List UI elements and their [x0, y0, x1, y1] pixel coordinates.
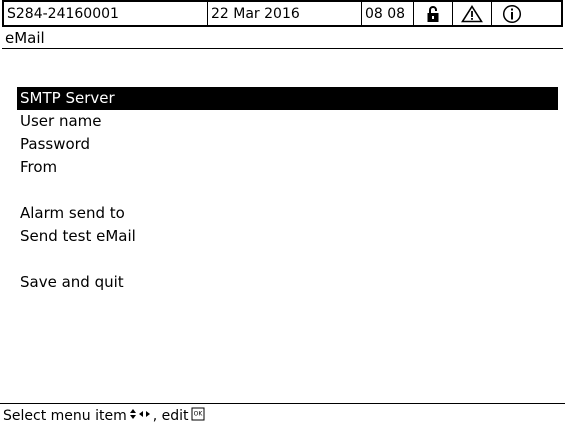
lock-icon — [414, 2, 453, 25]
menu-item-alarm-send-to[interactable]: Alarm send to — [17, 202, 558, 225]
hint-bar: Select menu item , edit OK — [0, 403, 565, 428]
warning-icon — [453, 2, 492, 25]
status-date: 22 Mar 2016 — [208, 2, 362, 25]
status-time: 08 08 — [362, 2, 414, 25]
info-icon — [492, 2, 531, 25]
menu-spacer — [17, 248, 558, 271]
page-title: eMail — [2, 27, 563, 49]
menu-item-password[interactable]: Password — [17, 133, 558, 156]
menu-spacer — [17, 179, 558, 202]
device-screen: S284-24160001 22 Mar 2016 08 08 eMail SM… — [0, 0, 565, 428]
email-menu: SMTP Server User name Password From Alar… — [17, 87, 558, 294]
menu-item-save-and-quit[interactable]: Save and quit — [17, 271, 558, 294]
navigation-arrows-icon — [129, 408, 151, 424]
menu-item-smtp-server[interactable]: SMTP Server — [17, 87, 558, 110]
menu-item-send-test-email[interactable]: Send test eMail — [17, 225, 558, 248]
status-bar: S284-24160001 22 Mar 2016 08 08 — [2, 0, 563, 27]
device-id: S284-24160001 — [4, 2, 208, 25]
hint-edit-text: , edit — [152, 408, 189, 424]
menu-item-from[interactable]: From — [17, 156, 558, 179]
ok-key-label: OK — [193, 411, 203, 418]
hint-select-text: Select menu item — [3, 408, 127, 424]
ok-key-icon: OK — [191, 407, 205, 425]
menu-item-user-name[interactable]: User name — [17, 110, 558, 133]
